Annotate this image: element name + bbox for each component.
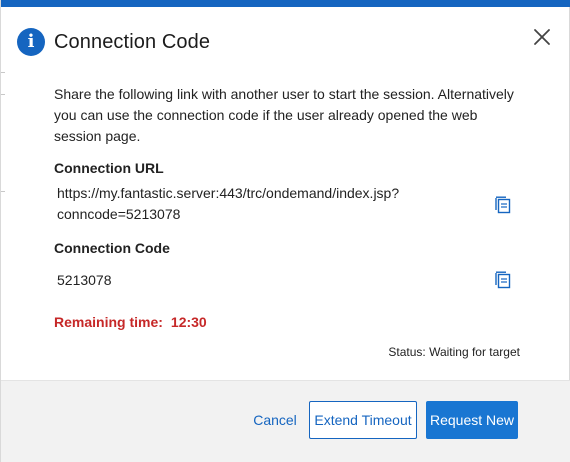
remaining-time: Remaining time: 12:30 [54, 314, 207, 330]
intro-text: Share the following link with another us… [54, 86, 514, 144]
connection-code-dialog: i Connection Code Share the following li… [0, 0, 570, 462]
dialog-header: i Connection Code [17, 28, 210, 56]
connection-code-value: 5213078 [57, 272, 112, 288]
remaining-time-label: Remaining time: [54, 314, 163, 330]
extend-timeout-button[interactable]: Extend Timeout [309, 401, 417, 439]
remaining-time-value: 12:30 [170, 314, 207, 330]
dialog-title: Connection Code [54, 30, 211, 53]
connection-code-label: Connection Code [54, 240, 170, 256]
status-text: Status: Waiting for target [388, 345, 520, 359]
left-edge-line [1, 191, 5, 192]
connection-url-line-1: https://my.fantastic.server:443/trc/onde… [57, 185, 400, 201]
cancel-button[interactable]: Cancel [249, 401, 301, 439]
copy-url-button[interactable] [493, 195, 513, 215]
copy-icon [495, 271, 511, 289]
left-edge-line [1, 72, 5, 73]
copy-icon [495, 196, 511, 214]
top-accent-bar [1, 0, 570, 7]
dialog-footer: Cancel Extend Timeout Request New [1, 380, 570, 462]
connection-url-value: https://my.fantastic.server:443/trc/onde… [57, 183, 399, 225]
info-icon: i [17, 28, 45, 56]
close-icon[interactable] [531, 26, 553, 48]
request-new-button[interactable]: Request New [426, 401, 518, 439]
left-edge-line [1, 94, 5, 95]
connection-url-line-2: conncode=5213078 [57, 206, 181, 222]
connection-url-label: Connection URL [54, 160, 164, 176]
copy-code-button[interactable] [493, 270, 513, 290]
